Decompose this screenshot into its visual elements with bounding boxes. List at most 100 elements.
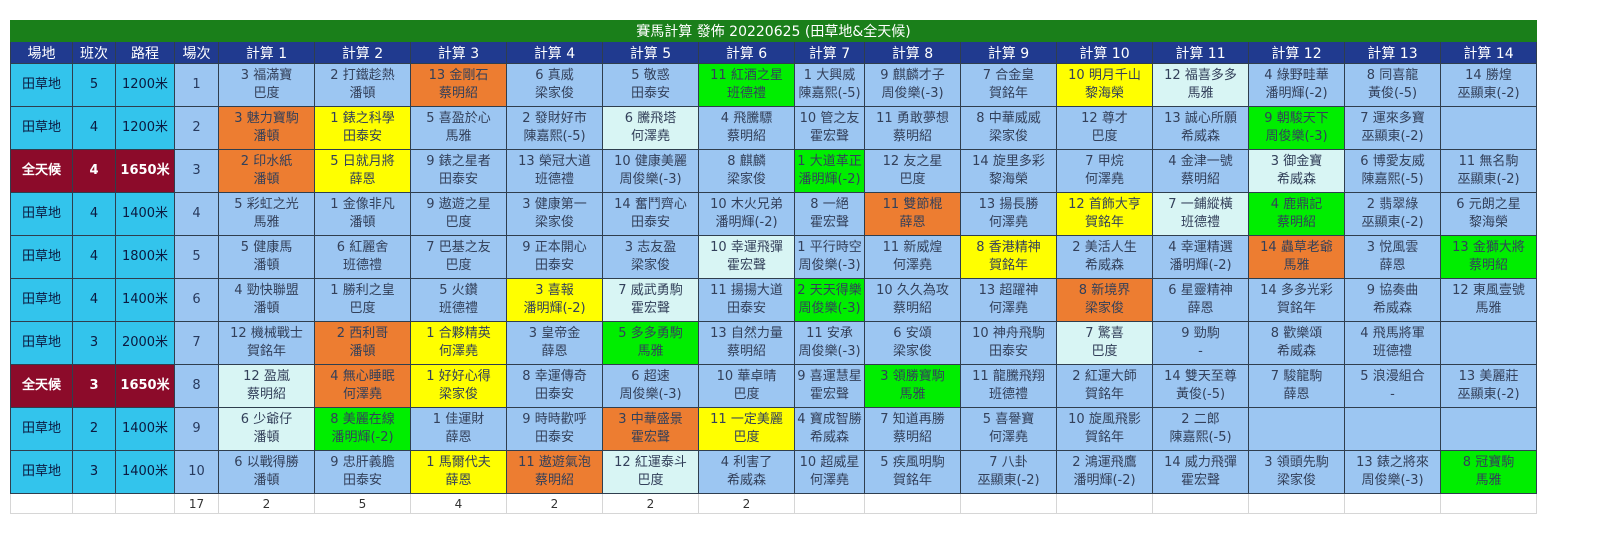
race-number-cell[interactable]: 2 (174, 106, 219, 150)
calc-cell[interactable]: 2 發財好市 陳嘉熙(-5) (506, 106, 603, 150)
calc-cell[interactable]: 4 綠野畦華 潘明輝(-2) (1248, 63, 1345, 107)
calc-cell[interactable]: 10 久久為攻 蔡明紹 (864, 278, 961, 322)
calc-cell[interactable]: 8 冠寶駒 馬雅 (1440, 450, 1537, 494)
calc-cell[interactable]: 5 喜盈於心 馬雅 (410, 106, 507, 150)
calc-cell[interactable]: 5 浪漫組合 - (1344, 364, 1441, 408)
summary-cell[interactable]: 2 (218, 493, 315, 514)
calc-cell[interactable]: 6 元朗之星 黎海榮 (1440, 192, 1537, 236)
calc-cell[interactable]: 6 少爺仔 潘頓 (218, 407, 315, 451)
calc-cell[interactable]: 3 喜報 潘明輝(-2) (506, 278, 603, 322)
calc-cell[interactable]: 2 翡翠綠 巫顯東(-2) (1344, 192, 1441, 236)
summary-cell[interactable] (10, 493, 73, 514)
calc-cell[interactable]: 13 超躍神 何澤堯 (960, 278, 1057, 322)
race-number-cell[interactable]: 4 (174, 192, 219, 236)
class-cell[interactable]: 3 (72, 364, 116, 408)
race-number-cell[interactable]: 9 (174, 407, 219, 451)
venue-cell[interactable]: 全天候 (10, 364, 73, 408)
calc-cell[interactable]: 14 蟲草老爺 馬雅 (1248, 235, 1345, 279)
distance-cell[interactable]: 1800米 (115, 235, 175, 279)
calc-cell[interactable]: 7 駿龍駒 薛恩 (1248, 364, 1345, 408)
calc-cell[interactable]: 5 日就月將 薛恩 (314, 149, 411, 193)
column-header[interactable]: 計算 4 (506, 41, 603, 64)
race-number-cell[interactable]: 1 (174, 63, 219, 107)
summary-cell[interactable] (115, 493, 175, 514)
calc-cell[interactable]: 5 喜譽寶 何澤堯 (960, 407, 1057, 451)
calc-cell[interactable] (1440, 321, 1537, 365)
calc-cell[interactable]: 1 大道革正 潘明輝(-2) (794, 149, 865, 193)
calc-cell[interactable]: 4 飛馬將軍 班德禮 (1344, 321, 1441, 365)
calc-cell[interactable]: 12 機械戰士 賀銘年 (218, 321, 315, 365)
summary-cell[interactable] (1056, 493, 1153, 514)
class-cell[interactable]: 4 (72, 106, 116, 150)
venue-cell[interactable]: 全天候 (10, 149, 73, 193)
calc-cell[interactable]: 8 新境界 梁家俊 (1056, 278, 1153, 322)
summary-cell[interactable] (1152, 493, 1249, 514)
calc-cell[interactable]: 8 一絕 霍宏聲 (794, 192, 865, 236)
distance-cell[interactable]: 1650米 (115, 364, 175, 408)
calc-cell[interactable]: 1 錶之科學 田泰安 (314, 106, 411, 150)
calc-cell[interactable]: 9 朝駿天下 周俊樂(-3) (1248, 106, 1345, 150)
calc-cell[interactable]: 14 奮鬥齊心 田泰安 (602, 192, 699, 236)
calc-cell[interactable]: 10 超威星 何澤堯 (794, 450, 865, 494)
summary-cell[interactable] (794, 493, 865, 514)
calc-cell[interactable]: 2 鴻運飛鷹 潘明輝(-2) (1056, 450, 1153, 494)
calc-cell[interactable]: 2 天天得樂 周俊樂(-3) (794, 278, 865, 322)
column-header[interactable]: 計算 6 (698, 41, 795, 64)
column-header[interactable]: 計算 3 (410, 41, 507, 64)
calc-cell[interactable]: 9 忠肝義膽 田泰安 (314, 450, 411, 494)
calc-cell[interactable]: 6 安頌 梁家俊 (864, 321, 961, 365)
summary-cell[interactable]: 2 (602, 493, 699, 514)
calc-cell[interactable]: 7 八卦 巫顯東(-2) (960, 450, 1057, 494)
calc-cell[interactable]: 1 佳運財 薛恩 (410, 407, 507, 451)
summary-cell[interactable] (1248, 493, 1345, 514)
column-header[interactable]: 計算 10 (1056, 41, 1153, 64)
calc-cell[interactable]: 14 旋里多彩 黎海榮 (960, 149, 1057, 193)
calc-cell[interactable]: 8 美麗在線 潘明輝(-2) (314, 407, 411, 451)
column-header[interactable]: 路程 (115, 41, 175, 64)
distance-cell[interactable]: 1400米 (115, 192, 175, 236)
class-cell[interactable]: 2 (72, 407, 116, 451)
calc-cell[interactable] (1440, 407, 1537, 451)
venue-cell[interactable]: 田草地 (10, 106, 73, 150)
venue-cell[interactable]: 田草地 (10, 235, 73, 279)
column-header[interactable]: 計算 12 (1248, 41, 1345, 64)
calc-cell[interactable]: 9 正本開心 田泰安 (506, 235, 603, 279)
calc-cell[interactable]: 9 時時歡呼 田泰安 (506, 407, 603, 451)
calc-cell[interactable]: 9 喜運慧星 霍宏聲 (794, 364, 865, 408)
calc-cell[interactable]: 1 平行時空 周俊樂(-3) (794, 235, 865, 279)
calc-cell[interactable]: 10 旋風飛影 賀銘年 (1056, 407, 1153, 451)
calc-cell[interactable]: 11 新威煌 何澤堯 (864, 235, 961, 279)
calc-cell[interactable]: 14 雙天至尊 黃俊(-5) (1152, 364, 1249, 408)
venue-cell[interactable]: 田草地 (10, 450, 73, 494)
calc-cell[interactable]: 5 多多勇駒 馬雅 (602, 321, 699, 365)
column-header[interactable]: 計算 1 (218, 41, 315, 64)
calc-cell[interactable]: 10 明月千山 黎海榮 (1056, 63, 1153, 107)
calc-cell[interactable]: 1 好好心得 梁家俊 (410, 364, 507, 408)
calc-cell[interactable]: 7 威武勇駒 霍宏聲 (602, 278, 699, 322)
calc-cell[interactable]: 4 鹿鼎記 蔡明紹 (1248, 192, 1345, 236)
calc-cell[interactable]: 7 合金皇 賀銘年 (960, 63, 1057, 107)
column-header[interactable]: 計算 11 (1152, 41, 1249, 64)
calc-cell[interactable]: 2 二郎 陳嘉熙(-5) (1152, 407, 1249, 451)
class-cell[interactable]: 3 (72, 321, 116, 365)
calc-cell[interactable]: 12 友之星 巴度 (864, 149, 961, 193)
calc-cell[interactable]: 2 西利哥 潘頓 (314, 321, 411, 365)
calc-cell[interactable]: 4 利害了 希威森 (698, 450, 795, 494)
race-number-cell[interactable]: 6 (174, 278, 219, 322)
calc-cell[interactable]: 9 遨遊之星 巴度 (410, 192, 507, 236)
summary-cell[interactable] (1344, 493, 1441, 514)
calc-cell[interactable]: 11 龍騰飛翔 班德禮 (960, 364, 1057, 408)
calc-cell[interactable]: 10 幸運飛彈 霍宏聲 (698, 235, 795, 279)
calc-cell[interactable]: 13 榮冠大道 班德禮 (506, 149, 603, 193)
calc-cell[interactable]: 3 領勝寶駒 馬雅 (864, 364, 961, 408)
calc-cell[interactable]: 11 雙節棍 薛恩 (864, 192, 961, 236)
calc-cell[interactable]: 10 健康美麗 周俊樂(-3) (602, 149, 699, 193)
calc-cell[interactable]: 8 歡樂頌 希威森 (1248, 321, 1345, 365)
calc-cell[interactable]: 3 御金寶 希威森 (1248, 149, 1345, 193)
distance-cell[interactable]: 1200米 (115, 106, 175, 150)
race-number-cell[interactable]: 3 (174, 149, 219, 193)
calc-cell[interactable]: 6 以戰得勝 潘頓 (218, 450, 315, 494)
calc-cell[interactable]: 2 美活人生 希威森 (1056, 235, 1153, 279)
calc-cell[interactable]: 8 同喜龍 黃俊(-5) (1344, 63, 1441, 107)
calc-cell[interactable]: 4 勁快聯盟 潘頓 (218, 278, 315, 322)
